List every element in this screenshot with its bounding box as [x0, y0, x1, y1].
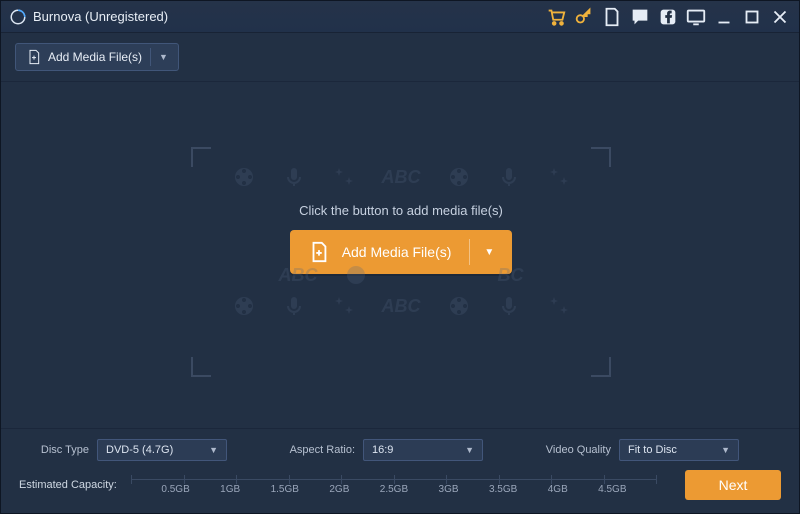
- drop-frame: ABC Click the button to add media file(s…: [191, 147, 611, 377]
- chevron-down-icon: ▼: [209, 445, 218, 455]
- file-add-icon: [26, 49, 42, 65]
- ghost-row: ABC: [191, 161, 611, 193]
- maximize-icon[interactable]: [741, 6, 763, 28]
- capacity-tick: 1.5GB: [271, 484, 299, 495]
- stars-icon: [332, 165, 356, 189]
- document-icon[interactable]: [601, 6, 623, 28]
- capacity-tick: 0.5GB: [161, 484, 189, 495]
- film-icon: [447, 294, 471, 318]
- chevron-down-icon: ▼: [465, 445, 474, 455]
- capacity-tick: 4GB: [548, 484, 568, 495]
- capacity-tick: 3.5GB: [489, 484, 517, 495]
- chevron-down-icon: ▼: [721, 445, 730, 455]
- video-quality-select[interactable]: Fit to Disc ▼: [619, 439, 739, 461]
- drop-prompt: Click the button to add media file(s): [191, 203, 611, 218]
- chevron-down-icon: ▼: [159, 52, 168, 62]
- add-media-label: Add Media File(s): [48, 50, 142, 64]
- mic-icon: [282, 165, 306, 189]
- disc-type-select[interactable]: DVD-5 (4.7G) ▼: [97, 439, 227, 461]
- add-media-button[interactable]: Add Media File(s) ▼: [15, 43, 179, 71]
- film-icon: [232, 294, 256, 318]
- capacity-tick: 4.5GB: [598, 484, 626, 495]
- ghost-row: ABC BC: [191, 259, 611, 291]
- capacity-tick: 2.5GB: [380, 484, 408, 495]
- disc-type-label: Disc Type: [19, 444, 89, 456]
- ghost-text: ABC: [382, 167, 421, 188]
- capacity-tick: 3GB: [439, 484, 459, 495]
- toolbar: Add Media File(s) ▼: [1, 33, 799, 82]
- close-icon[interactable]: [769, 6, 791, 28]
- titlebar: Burnova (Unregistered): [1, 1, 799, 33]
- key-icon[interactable]: [573, 6, 595, 28]
- bottom-panel: Disc Type DVD-5 (4.7G) ▼ Aspect Ratio: 1…: [1, 428, 799, 513]
- aspect-ratio-select[interactable]: 16:9 ▼: [363, 439, 483, 461]
- chevron-down-icon: ▼: [484, 247, 494, 258]
- mic-icon: [282, 294, 306, 318]
- content-area: ABC Click the button to add media file(s…: [1, 82, 799, 428]
- facebook-icon[interactable]: [657, 6, 679, 28]
- aspect-ratio-label: Aspect Ratio:: [285, 444, 355, 456]
- film-icon: [232, 165, 256, 189]
- mic-icon: [497, 294, 521, 318]
- capacity-tick: 2GB: [329, 484, 349, 495]
- video-quality-label: Video Quality: [541, 444, 611, 456]
- stars-icon: [547, 294, 571, 318]
- capacity-label: Estimated Capacity:: [19, 479, 123, 491]
- film-icon: [447, 165, 471, 189]
- ghost-row: ABC: [191, 290, 611, 322]
- screen-icon[interactable]: [685, 6, 707, 28]
- app-logo-icon: [9, 8, 27, 26]
- cart-icon[interactable]: [545, 6, 567, 28]
- add-media-big-label: Add Media File(s): [342, 244, 452, 260]
- window-title: Burnova (Unregistered): [33, 9, 168, 24]
- next-button[interactable]: Next: [685, 470, 781, 500]
- capacity-tick: 1GB: [220, 484, 240, 495]
- chat-icon[interactable]: [629, 6, 651, 28]
- stars-icon: [547, 165, 571, 189]
- mic-icon: [497, 165, 521, 189]
- minimize-icon[interactable]: [713, 6, 735, 28]
- capacity-scale: 0.5GB 1GB 1.5GB 2GB 2.5GB 3GB 3.5GB 4GB 4.5GB: [131, 470, 657, 500]
- stars-icon: [332, 294, 356, 318]
